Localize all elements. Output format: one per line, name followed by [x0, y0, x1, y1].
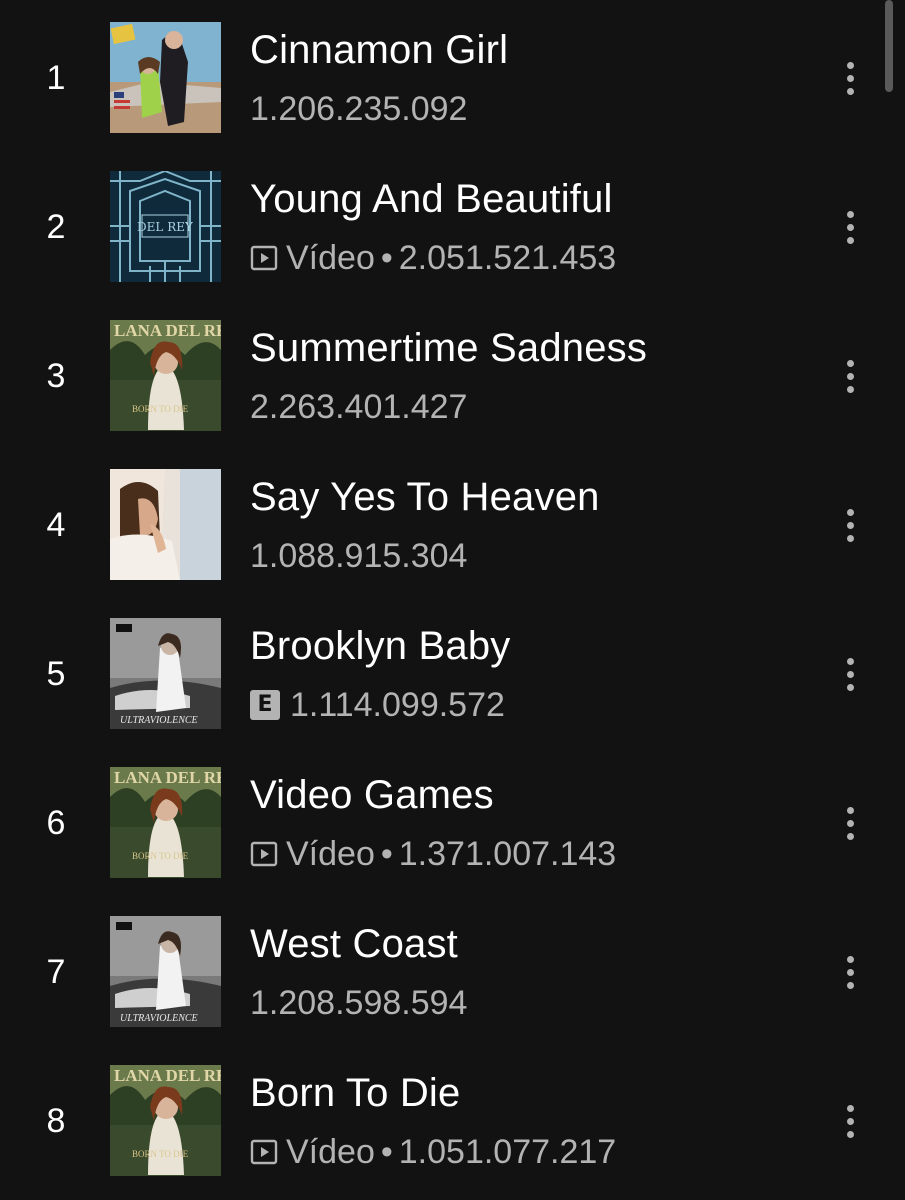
- track-rank: 5: [46, 655, 66, 693]
- track-meta: Vídeo • 1.371.007.143: [250, 834, 616, 874]
- svg-text:LANA DEL REY: LANA DEL REY: [114, 321, 221, 340]
- more-options-icon[interactable]: [828, 942, 872, 1002]
- svg-text:ULTRAVIOLENCE: ULTRAVIOLENCE: [120, 715, 198, 726]
- track-meta: E 1.114.099.572: [250, 685, 505, 725]
- album-cover: [110, 22, 221, 133]
- track-meta: Vídeo • 2.051.521.453: [250, 238, 616, 278]
- explicit-badge: E: [250, 690, 280, 720]
- track-rank: 8: [46, 1102, 66, 1140]
- play-count: 1.206.235.092: [250, 89, 468, 128]
- track-title: Say Yes To Heaven: [250, 475, 600, 519]
- track-meta: 2.263.401.427: [250, 387, 467, 427]
- more-options-icon[interactable]: [828, 1091, 872, 1151]
- video-icon: [250, 841, 278, 867]
- track-rank: 1: [46, 59, 66, 97]
- more-options-icon[interactable]: [828, 346, 872, 406]
- track-rank: 7: [46, 953, 66, 991]
- track-meta: 1.206.235.092: [250, 89, 467, 129]
- album-cover: LANA DEL REY BORN TO DIE: [110, 320, 221, 431]
- track-meta: 1.208.598.594: [250, 983, 467, 1023]
- play-count: 1.208.598.594: [250, 983, 468, 1022]
- svg-text:BORN TO DIE: BORN TO DIE: [132, 851, 189, 861]
- svg-text:ULTRAVIOLENCE: ULTRAVIOLENCE: [120, 1013, 198, 1024]
- play-count: 1.114.099.572: [290, 685, 505, 724]
- album-cover: DEL REY: [110, 171, 221, 282]
- video-label: Vídeo: [286, 1132, 375, 1171]
- track-row[interactable]: 7 ULTRAVIOLENCE West Coast 1.208.598.594: [0, 916, 880, 1028]
- scrollbar[interactable]: [885, 0, 893, 92]
- separator: •: [380, 238, 393, 277]
- track-title: Cinnamon Girl: [250, 28, 509, 72]
- track-rank: 6: [46, 804, 66, 842]
- track-title: Summertime Sadness: [250, 326, 648, 370]
- album-cover: LANA DEL REY BORN TO DIE: [110, 1065, 221, 1176]
- track-row[interactable]: 5 ULTRAVIOLENCE Brooklyn Baby E 1.114.09…: [0, 618, 880, 730]
- svg-text:BORN TO DIE: BORN TO DIE: [132, 404, 189, 414]
- more-options-icon[interactable]: [828, 197, 872, 257]
- more-options-icon[interactable]: [828, 793, 872, 853]
- svg-text:LANA DEL REY: LANA DEL REY: [114, 768, 221, 787]
- track-row[interactable]: 4 Say Yes To Heaven 1.088.915.304: [0, 469, 880, 581]
- track-row[interactable]: 8 LANA DEL REY BORN TO DIE Born To Die V…: [0, 1065, 880, 1177]
- track-title: Young And Beautiful: [250, 177, 613, 221]
- svg-text:BORN TO DIE: BORN TO DIE: [132, 1149, 189, 1159]
- track-row[interactable]: 1 Cinnamon Girl 1.206.235.092: [0, 22, 880, 134]
- play-count: 1.371.007.143: [398, 834, 617, 873]
- album-cover: ULTRAVIOLENCE: [110, 618, 221, 729]
- more-options-icon[interactable]: [828, 48, 872, 108]
- track-row[interactable]: 6 LANA DEL REY BORN TO DIE Video Games V…: [0, 767, 880, 879]
- track-rank: 2: [46, 208, 66, 246]
- video-label: Vídeo: [286, 834, 375, 873]
- album-cover: [110, 469, 221, 580]
- video-label: Vídeo: [286, 238, 375, 277]
- track-title: Brooklyn Baby: [250, 624, 511, 668]
- play-count: 1.088.915.304: [250, 536, 468, 575]
- track-meta: 1.088.915.304: [250, 536, 467, 576]
- play-count: 2.263.401.427: [250, 387, 468, 426]
- track-row[interactable]: 3 LANA DEL REY BORN TO DIE Summertime Sa…: [0, 320, 880, 432]
- album-cover: LANA DEL REY BORN TO DIE: [110, 767, 221, 878]
- track-meta: Vídeo • 1.051.077.217: [250, 1132, 616, 1172]
- separator: •: [380, 1132, 393, 1171]
- video-icon: [250, 1139, 278, 1165]
- track-rank: 4: [46, 506, 66, 544]
- track-title: West Coast: [250, 922, 458, 966]
- more-options-icon[interactable]: [828, 495, 872, 555]
- svg-text:LANA DEL REY: LANA DEL REY: [114, 1066, 221, 1085]
- svg-text:DEL REY: DEL REY: [137, 220, 194, 234]
- track-rank: 3: [46, 357, 66, 395]
- track-title: Born To Die: [250, 1071, 461, 1115]
- video-icon: [250, 245, 278, 271]
- separator: •: [380, 834, 393, 873]
- play-count: 2.051.521.453: [398, 238, 617, 277]
- play-count: 1.051.077.217: [398, 1132, 617, 1171]
- track-title: Video Games: [250, 773, 494, 817]
- album-cover: ULTRAVIOLENCE: [110, 916, 221, 1027]
- more-options-icon[interactable]: [828, 644, 872, 704]
- track-row[interactable]: 2 DEL REY Young And Beautiful Vídeo • 2.…: [0, 171, 880, 283]
